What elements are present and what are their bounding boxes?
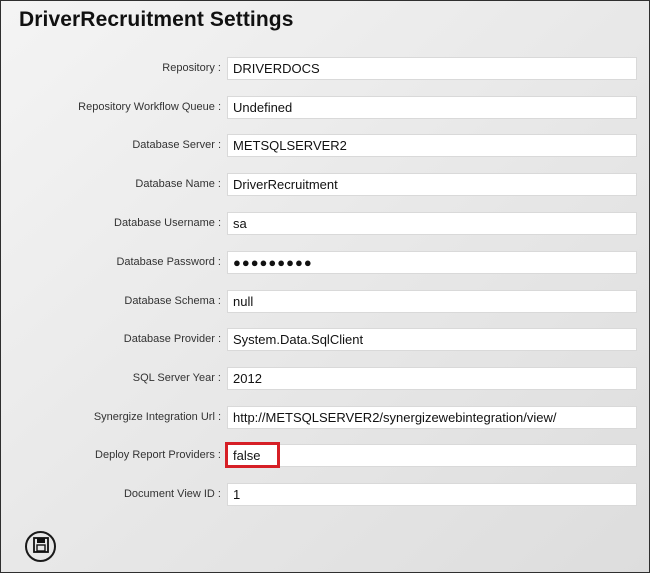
setting-row-database-username: Database Username : sa	[1, 212, 649, 236]
database-username-input[interactable]: sa	[227, 212, 637, 235]
document-view-id-label: Document View ID :	[123, 488, 221, 500]
database-schema-label: Database Schema :	[124, 295, 221, 307]
setting-row-synergize-integration-url: Synergize Integration Url : http://METSQ…	[1, 406, 649, 430]
setting-row-document-view-id: Document View ID : 1	[1, 483, 649, 507]
synergize-integration-url-input[interactable]: http://METSQLSERVER2/synergizewebintegra…	[227, 406, 637, 429]
save-icon	[32, 536, 50, 557]
setting-row-deploy-report-providers: Deploy Report Providers : false	[1, 442, 649, 468]
database-name-input[interactable]: DriverRecruitment	[227, 173, 637, 196]
repository-workflow-queue-input[interactable]: Undefined	[227, 96, 637, 119]
save-button[interactable]	[25, 531, 56, 562]
database-provider-input[interactable]: System.Data.SqlClient	[227, 328, 637, 351]
database-provider-label: Database Provider :	[123, 333, 221, 345]
setting-row-sql-server-year: SQL Server Year : 2012	[1, 367, 649, 391]
database-server-input[interactable]: METSQLSERVER2	[227, 134, 637, 157]
setting-row-repository-workflow-queue: Repository Workflow Queue : Undefined	[1, 96, 649, 120]
sql-server-year-input[interactable]: 2012	[227, 367, 637, 390]
setting-row-database-name: Database Name : DriverRecruitment	[1, 173, 649, 197]
database-server-label: Database Server :	[132, 139, 221, 151]
settings-window: DriverRecruitment Settings Repository : …	[0, 0, 650, 573]
setting-row-database-server: Database Server : METSQLSERVER2	[1, 134, 649, 158]
setting-row-database-schema: Database Schema : null	[1, 290, 649, 314]
repository-input[interactable]: DRIVERDOCS	[227, 57, 637, 80]
database-password-label: Database Password :	[116, 256, 221, 268]
database-schema-input[interactable]: null	[227, 290, 637, 313]
repository-workflow-queue-label: Repository Workflow Queue :	[78, 101, 221, 113]
deploy-report-providers-label: Deploy Report Providers :	[95, 449, 221, 461]
setting-row-repository: Repository : DRIVERDOCS	[1, 57, 649, 81]
database-name-label: Database Name :	[135, 178, 221, 190]
database-password-input[interactable]: ●●●●●●●●●	[227, 251, 637, 274]
page-title: DriverRecruitment Settings	[19, 8, 294, 31]
setting-row-database-password: Database Password : ●●●●●●●●●	[1, 251, 649, 275]
database-username-label: Database Username :	[114, 217, 221, 229]
document-view-id-input[interactable]: 1	[227, 483, 637, 506]
repository-label: Repository :	[162, 62, 221, 74]
sql-server-year-label: SQL Server Year :	[132, 372, 221, 384]
synergize-integration-url-label: Synergize Integration Url :	[93, 411, 221, 423]
setting-row-database-provider: Database Provider : System.Data.SqlClien…	[1, 328, 649, 352]
deploy-report-providers-input[interactable]: false	[227, 444, 637, 467]
